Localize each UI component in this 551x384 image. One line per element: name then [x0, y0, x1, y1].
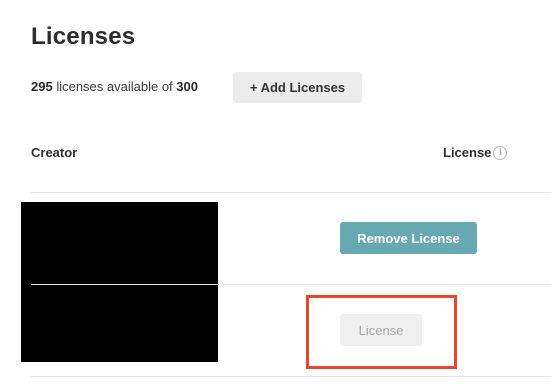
table-row-divider	[31, 284, 551, 285]
table-row-divider	[31, 376, 551, 377]
license-button-disabled[interactable]: License	[340, 314, 422, 346]
page-title: Licenses	[31, 23, 136, 50]
column-header-license: License i	[443, 145, 508, 160]
creator-avatar-redacted	[21, 202, 218, 362]
table-header-divider	[31, 192, 551, 193]
licenses-page: Licenses 295 licenses available of 300 +…	[0, 0, 551, 384]
info-icon[interactable]: i	[493, 145, 508, 160]
column-header-creator: Creator	[31, 145, 78, 160]
remove-license-button[interactable]: Remove License	[340, 222, 477, 254]
column-header-license-label: License	[443, 145, 492, 160]
available-count: 295	[31, 79, 53, 94]
total-count: 300	[176, 79, 198, 94]
licenses-availability: 295 licenses available of 300	[31, 79, 198, 94]
add-licenses-button[interactable]: + Add Licenses	[233, 72, 362, 103]
availability-text: licenses available of	[52, 79, 177, 94]
